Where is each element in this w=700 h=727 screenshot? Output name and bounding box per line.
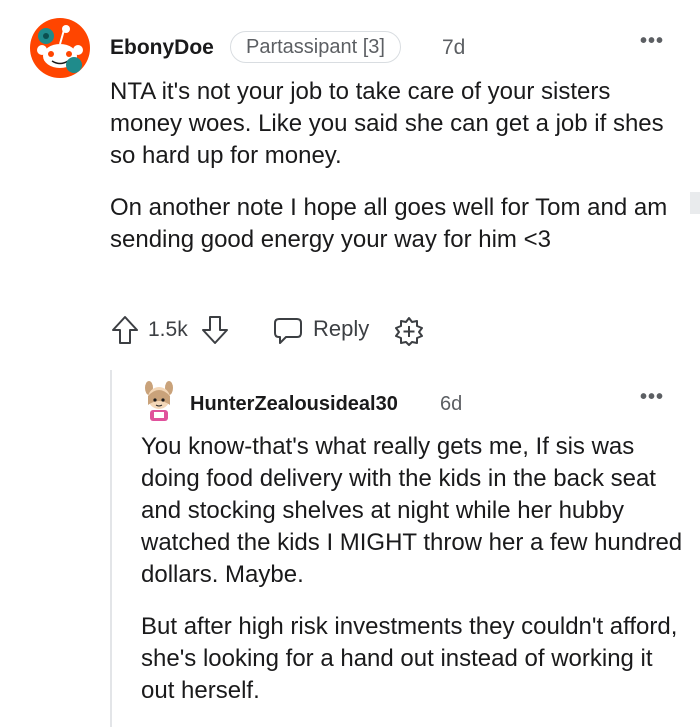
comment-author[interactable]: EbonyDoe: [110, 36, 214, 60]
reply-button[interactable]: [272, 316, 304, 346]
user-flair-badge: Partassipant [3]: [230, 31, 401, 63]
more-options-icon[interactable]: •••: [640, 386, 664, 409]
scrollbar-thumb[interactable]: [690, 192, 700, 214]
comment-paragraph: You know-that's what really gets me, If …: [141, 433, 689, 588]
comment-paragraph: NTA it's not your job to take care of yo…: [110, 78, 671, 169]
award-button[interactable]: [394, 316, 424, 346]
user-avatar[interactable]: [30, 18, 90, 78]
comment-paragraph: But after high risk investments they cou…: [141, 613, 685, 704]
snoo-avatar-icon: [30, 18, 90, 78]
user-avatar[interactable]: [141, 381, 177, 423]
reply-label[interactable]: Reply: [313, 317, 369, 341]
more-options-icon[interactable]: •••: [640, 30, 664, 53]
vote-count: 1.5k: [148, 318, 188, 341]
upvote-arrow-icon: [112, 316, 138, 344]
cartoon-avatar-icon: [145, 381, 173, 421]
thread-line[interactable]: [110, 370, 112, 727]
comment-timestamp: 6d: [440, 393, 463, 415]
comment-timestamp: 7d: [442, 36, 466, 59]
speech-bubble-icon: [274, 318, 302, 344]
downvote-button[interactable]: [200, 314, 230, 346]
award-plus-icon: [395, 317, 423, 346]
downvote-arrow-icon: [202, 316, 228, 344]
comment-author[interactable]: HunterZealousideal30: [190, 392, 398, 416]
comment-paragraph: On another note I hope all goes well for…: [110, 194, 674, 253]
upvote-button[interactable]: [110, 314, 140, 346]
